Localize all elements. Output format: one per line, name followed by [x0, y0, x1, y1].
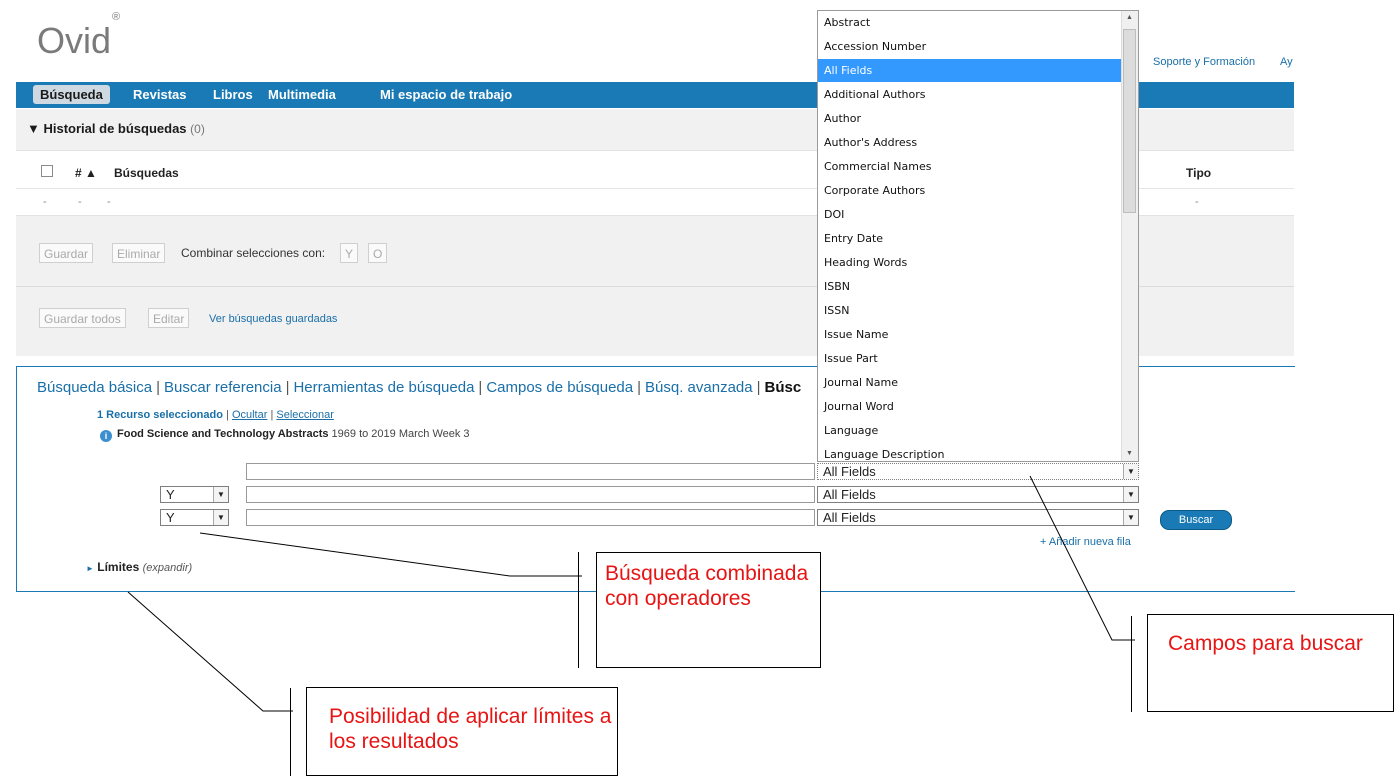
annotation-operators: Búsqueda combinada con operadores [596, 552, 821, 668]
annotation-fields: Campos para buscar [1147, 614, 1394, 712]
bracket-line [1131, 616, 1132, 712]
bracket-line [290, 688, 291, 776]
annotation-limits: Posibilidad de aplicar límites a los res… [306, 687, 618, 776]
bracket-line [578, 552, 579, 668]
